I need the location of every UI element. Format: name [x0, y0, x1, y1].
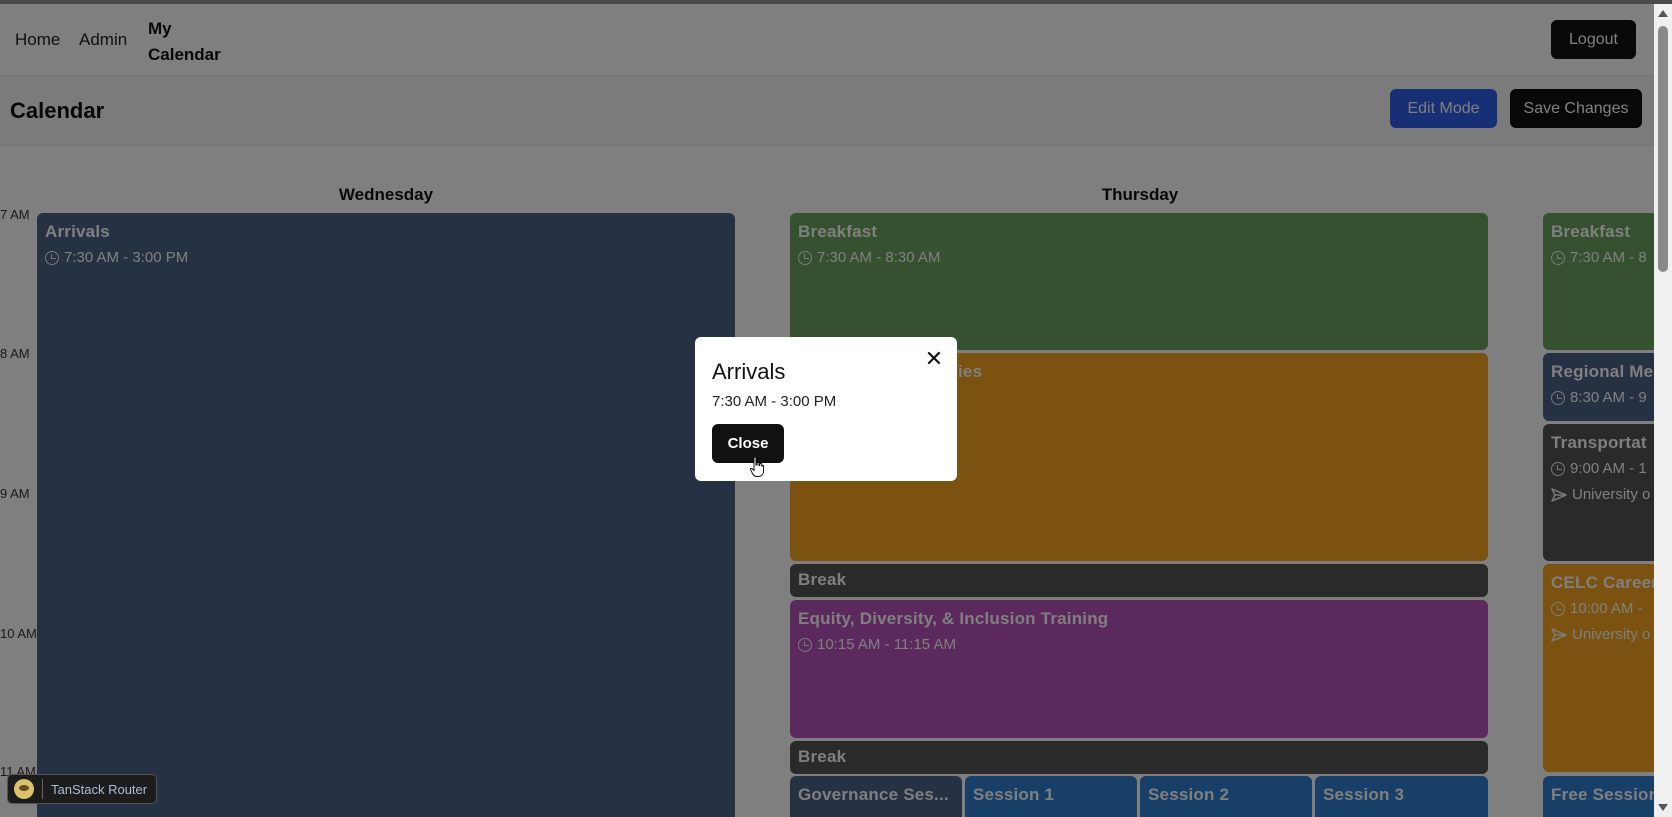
scroll-up-arrow-icon[interactable] — [1658, 10, 1668, 17]
modal-time: 7:30 AM - 3:00 PM — [712, 393, 837, 410]
devtools-label: TanStack Router — [51, 781, 148, 797]
scroll-down-arrow-icon[interactable] — [1658, 804, 1668, 811]
scrollbar-thumb[interactable] — [1658, 26, 1668, 272]
close-button[interactable]: Close — [712, 424, 784, 463]
tanstack-router-devtools-button[interactable]: TanStack Router — [7, 774, 157, 804]
event-details-modal: Arrivals 7:30 AM - 3:00 PM ✕ Close — [695, 337, 957, 481]
divider — [42, 779, 43, 799]
hand-cursor-icon — [750, 456, 764, 477]
modal-title: Arrivals — [712, 359, 786, 384]
close-icon[interactable]: ✕ — [923, 348, 945, 370]
vertical-scrollbar[interactable] — [1654, 4, 1672, 817]
tanstack-logo-icon — [14, 779, 34, 799]
calendar-page: Home Admin My Calendar Logout Calendar E… — [0, 4, 1654, 817]
